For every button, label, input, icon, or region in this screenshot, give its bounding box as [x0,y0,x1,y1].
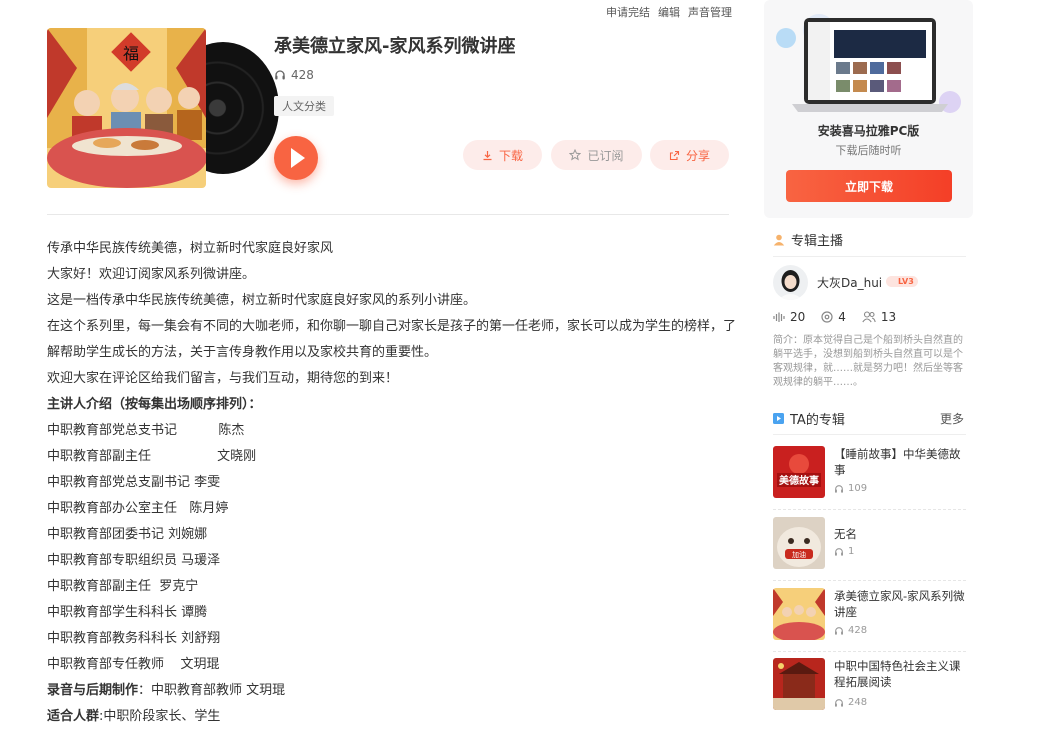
ta-albums-title: TA的专辑 [773,409,845,428]
headphone-icon [275,70,285,80]
pc-download-button[interactable]: 立即下载 [786,170,952,202]
album-item-title: 无名 [834,527,857,541]
edit-link[interactable]: 编辑 [658,4,680,20]
headphone-icon [835,626,843,635]
album-item-title: 中职中国特色社会主义课程拓展阅读 [834,659,961,689]
svg-text:福: 福 [123,44,139,63]
star-icon [569,149,582,161]
section-divider [773,434,966,435]
headphone-icon [835,547,843,556]
album-thumb-caption: 美德故事 [779,474,819,487]
album-disc-icon [821,311,833,323]
ta-albums-label: TA的专辑 [790,413,845,428]
list-item[interactable]: 承美德立家风-家风系列微讲座 428 [773,588,966,652]
pc-app-subtitle: 下载后随时听 [835,144,902,157]
item-separator [773,509,966,510]
cover-image: 福 [47,28,206,188]
album-thumb [773,588,825,640]
request-finish-link[interactable]: 申请完结 [606,4,650,20]
album-admin-links: 申请完结 编辑 声音管理 [606,4,732,20]
anchor-name[interactable]: 大灰Da_hui [817,274,882,291]
list-item[interactable]: 美德故事 【睡前故事】中华美德故事 109 [773,446,966,510]
download-label: 下载 [498,148,523,163]
audience-line: 适合人群:中职阶段家长、学生 [47,709,221,724]
intro-line: 传承中华民族传统美德，树立新时代家庭良好家风 [47,241,334,256]
pc-app-promo: 安装喜马拉雅PC版 下载后随时听 立即下载 [764,0,973,218]
intro-line: 大家好！欢迎订阅家风系列微讲座。 [47,267,256,282]
more-albums-link[interactable]: 更多 [940,410,964,427]
album-thumb: 美德故事 [773,446,825,498]
list-item[interactable]: 加油 无名 1 [773,517,966,581]
album-play-icon [773,413,784,424]
laptop-illustration [776,14,961,113]
album-thumb [773,658,825,710]
album-thumb: 加油 [773,517,825,569]
item-separator [773,651,966,652]
speaker-line: 中职教育部专任教师 文玥琨 [47,657,220,672]
share-button[interactable]: 分享 [650,140,729,170]
list-item[interactable]: 中职中国特色社会主义课程拓展阅读 248 [773,658,966,722]
play-count-value: 428 [291,68,314,82]
level-badge: LV3 [886,276,918,287]
speaker-line: 中职教育部党总支书记 陈杰 [47,423,245,438]
followers-stat: 13 [862,310,896,324]
fans-icon [862,311,876,323]
album-thumb-caption: 加油 [792,550,806,559]
download-button[interactable]: 下载 [463,140,542,170]
intro-line: 欢迎大家在评论区给我们留言，与我们互动，期待您的到来！ [47,371,399,386]
anchor-avatar[interactable] [773,265,808,300]
person-icon [773,234,785,245]
play-count: 428 [274,68,314,82]
anchor-section-label: 专辑主播 [791,234,844,249]
production-line: 录音与后期制作：中职教育部教师 文玥琨 [47,683,286,698]
speaker-line: 中职教育部团委书记 刘婉娜 [47,527,208,542]
subscribe-button[interactable]: 已订阅 [551,140,642,170]
album-item-title: 【睡前故事】中华美德故事 [834,447,961,477]
speaker-line: 中职教育部办公室主任 陈月婷 [47,501,229,516]
headphone-icon [835,484,843,493]
anchor-stats: 20 4 13 [773,310,896,324]
subscribe-label: 已订阅 [587,148,624,163]
albums-stat: 4 [821,310,846,324]
album-cover: 福 [47,28,279,188]
intro-line: 在这个系列里，每一集会有不同的大咖老师，和你聊一聊自己对家长是孩子的第一任老师，… [47,319,737,360]
item-separator [773,580,966,581]
category-tag[interactable]: 人文分类 [274,96,334,116]
headphone-icon [835,698,843,707]
speaker-line: 中职教育部专职组织员 马瑗泽 [47,553,221,568]
intro-line: 这是一档传承中华民族传统美德，树立新时代家庭良好家风的系列小讲座。 [47,293,477,308]
download-icon [483,150,492,160]
pc-app-name: 安装喜马拉雅PC版 [817,124,920,138]
header-divider [47,214,729,215]
speaker-line: 中职教育部副主任 文晓刚 [47,449,257,464]
track-manage-link[interactable]: 声音管理 [688,4,732,20]
album-intro: 传承中华民族传统美德，树立新时代家庭良好家风 大家好！欢迎订阅家风系列微讲座。 … [47,236,737,730]
speaker-line: 中职教育部党总支副书记 李雯 [47,475,221,490]
speakers-heading: 主讲人介绍（按每集出场顺序排列）： [47,397,262,412]
album-item-plays: 428 [834,625,867,636]
speaker-line: 中职教育部教务科科长 刘舒翔 [47,631,221,646]
speaker-line: 中职教育部学生科科长 谭腾 [47,605,208,620]
share-label: 分享 [685,148,710,163]
album-item-title: 承美德立家风-家风系列微讲座 [834,589,965,619]
share-icon [669,150,680,160]
album-item-plays: 1 [834,546,854,557]
sound-wave-icon [773,312,785,322]
anchor-section-title: 专辑主播 [773,230,843,249]
album-item-plays: 109 [834,483,867,494]
speaker-line: 中职教育部副主任 罗克宁 [47,579,199,594]
anchor-bio: 简介：原本觉得自己是个船到桥头自然直的躺平选手，没想到船到桥头自然直可以是个客观… [773,335,963,388]
section-divider [773,256,966,257]
play-button[interactable] [274,136,318,180]
album-item-plays: 248 [834,697,867,708]
tracks-stat: 20 [773,310,805,324]
album-title: 承美德立家风-家风系列微讲座 [274,36,516,57]
